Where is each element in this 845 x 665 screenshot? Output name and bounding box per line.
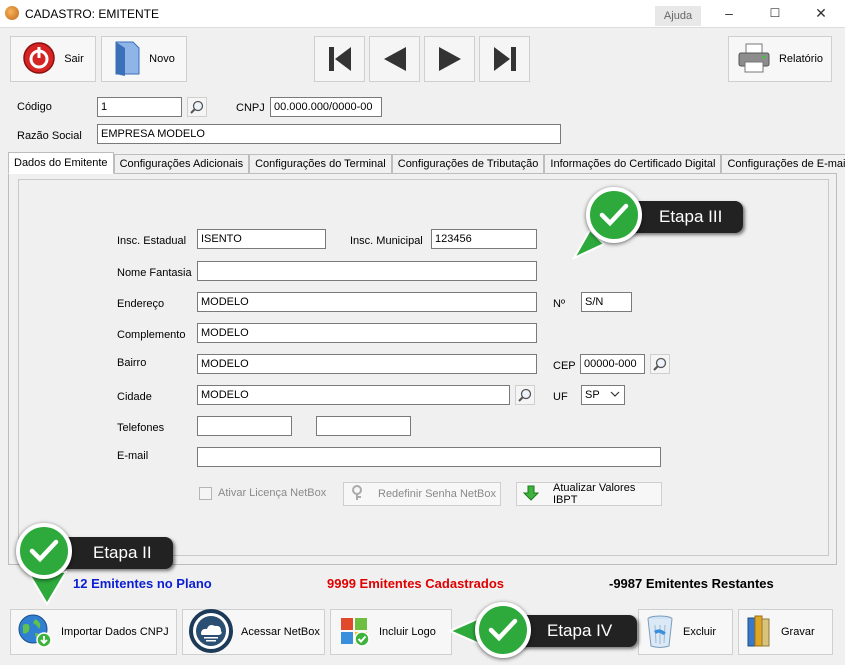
stat-plano: 12 Emitentes no Plano (73, 576, 212, 591)
endereco-input[interactable]: MODELO (197, 292, 537, 312)
books-icon (745, 613, 773, 652)
maximize-button[interactable]: ☐ (755, 4, 795, 24)
tab-configuracoes-email[interactable]: Configurações de E-mail (721, 154, 845, 174)
minimize-button[interactable]: – (709, 4, 749, 24)
licenca-checkbox[interactable] (199, 487, 212, 500)
acessar-netbox-button[interactable]: Acessar NetBox (182, 608, 325, 656)
new-button[interactable]: Novo (101, 36, 187, 82)
complemento-input[interactable]: MODELO (197, 323, 537, 343)
bairro-input[interactable]: MODELO (197, 354, 537, 374)
tab-configuracoes-tributacao[interactable]: Configurações de Tributação (391, 154, 545, 174)
tab-certificado-digital[interactable]: Informações do Certificado Digital (544, 154, 722, 174)
tab-bar: Dados do Emitente Configurações Adiciona… (8, 152, 845, 174)
excluir-button[interactable]: Excluir (638, 609, 733, 655)
close-button[interactable]: ✕ (801, 4, 841, 24)
report-label: Relatório (778, 53, 824, 65)
ie-label: Insc. Estadual (117, 235, 187, 247)
trash-icon (645, 613, 675, 652)
prev-icon (383, 47, 406, 71)
globe-download-icon (17, 613, 53, 652)
new-doc-icon (113, 40, 141, 79)
logo-icon (337, 614, 371, 651)
cnpj-label: CNPJ (236, 102, 265, 114)
next-icon (438, 47, 461, 71)
telefone-2-input[interactable] (316, 416, 411, 436)
check-icon (475, 602, 531, 658)
cep-label: CEP (553, 360, 576, 372)
key-icon (350, 484, 364, 504)
importar-cnpj-button[interactable]: Importar Dados CNPJ (10, 609, 177, 655)
app-icon (5, 6, 19, 20)
stat-cadastrados: 9999 Emitentes Cadastrados (327, 576, 505, 591)
cidade-input[interactable]: MODELO (197, 385, 510, 405)
fantasia-input[interactable] (197, 261, 537, 281)
report-button[interactable]: Relatório (728, 36, 832, 82)
download-arrow-icon (522, 485, 540, 504)
cep-input[interactable]: 00000-000 (580, 354, 645, 374)
redefinir-senha-label: Redefinir Senha NetBox (378, 488, 497, 500)
codigo-search-button[interactable] (187, 97, 207, 117)
help-button[interactable]: Ajuda (655, 6, 701, 26)
bairro-label: Bairro (117, 357, 147, 369)
atualizar-ibpt-button[interactable]: Atualizar Valores IBPT (516, 482, 662, 506)
previous-record-button[interactable] (369, 36, 420, 82)
email-label: E-mail (117, 450, 149, 462)
complemento-label: Complemento (117, 329, 186, 341)
incluir-logo-label: Incluir Logo (379, 626, 436, 638)
licenca-label: Ativar Licença NetBox (218, 487, 327, 499)
im-label: Insc. Municipal (350, 235, 423, 247)
printer-icon (737, 43, 771, 76)
im-input[interactable]: 123456 (431, 229, 537, 249)
telefones-label: Telefones (117, 422, 165, 434)
codigo-input[interactable]: 1 (97, 97, 182, 117)
tab-configuracoes-terminal[interactable]: Configurações do Terminal (249, 154, 392, 174)
search-icon (518, 388, 532, 402)
uf-label: UF (553, 391, 568, 403)
tab-dados-emitente[interactable]: Dados do Emitente (8, 152, 114, 174)
first-record-button[interactable] (314, 36, 365, 82)
endereco-label: Endereço (117, 298, 165, 310)
incluir-logo-button[interactable]: Incluir Logo (330, 609, 452, 655)
cnpj-input[interactable]: 00.000.000/0000-00 (270, 97, 382, 117)
ie-input[interactable]: ISENTO (197, 229, 326, 249)
last-icon (493, 47, 516, 71)
cidade-label: Cidade (117, 391, 152, 403)
excluir-label: Excluir (683, 626, 717, 638)
cidade-search-button[interactable] (515, 385, 535, 405)
callout-etapa-2: Etapa II (55, 537, 173, 569)
stat-restantes: -9987 Emitentes Restantes (609, 576, 774, 591)
codigo-label: Código (17, 101, 52, 113)
search-icon (653, 357, 667, 371)
gravar-label: Gravar (781, 626, 815, 638)
check-icon (16, 523, 72, 579)
cep-search-button[interactable] (650, 354, 670, 374)
search-icon (190, 100, 204, 114)
acessar-netbox-label: Acessar NetBox (241, 626, 320, 638)
exit-label: Sair (64, 53, 84, 65)
exit-button[interactable]: Sair (10, 36, 96, 82)
last-record-button[interactable] (479, 36, 530, 82)
uf-value: SP (585, 389, 600, 401)
new-label: Novo (149, 53, 175, 65)
first-icon (328, 47, 351, 71)
redefinir-senha-button[interactable]: Redefinir Senha NetBox (343, 482, 501, 506)
cloud-icon (189, 608, 233, 656)
razao-social-input[interactable]: EMPRESA MODELO (97, 124, 561, 144)
check-icon (586, 187, 642, 243)
razao-social-label: Razão Social (17, 130, 82, 142)
fantasia-label: Nome Fantasia (117, 267, 192, 279)
atualizar-ibpt-label: Atualizar Valores IBPT (553, 482, 636, 506)
next-record-button[interactable] (424, 36, 475, 82)
chevron-down-icon (610, 388, 620, 404)
telefone-1-input[interactable] (197, 416, 292, 436)
importar-cnpj-label: Importar Dados CNPJ (61, 626, 169, 638)
tab-configuracoes-adicionais[interactable]: Configurações Adicionais (113, 154, 250, 174)
email-input[interactable] (197, 447, 661, 467)
gravar-button[interactable]: Gravar (738, 609, 833, 655)
numero-input[interactable]: S/N (581, 292, 632, 312)
power-icon (22, 41, 56, 78)
uf-select[interactable]: SP (581, 385, 625, 405)
window-title: CADASTRO: EMITENTE (25, 7, 160, 21)
numero-label: Nº (553, 298, 565, 310)
